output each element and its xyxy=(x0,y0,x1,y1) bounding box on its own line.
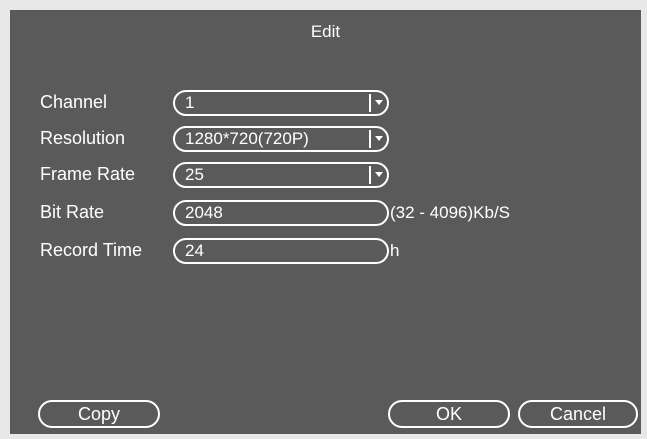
cancel-button[interactable]: Cancel xyxy=(518,400,638,428)
resolution-label: Resolution xyxy=(40,128,126,148)
ok-button[interactable]: OK xyxy=(388,400,510,428)
frame-rate-select[interactable]: 25 xyxy=(173,162,389,188)
edit-dialog: Edit Channel 1 Resolution 1280*720(720P)… xyxy=(10,10,641,434)
dialog-title: Edit xyxy=(310,22,341,41)
record-time-label: Record Time xyxy=(40,240,143,260)
resolution-value: 1280*720(720P) xyxy=(185,129,309,148)
dropdown-divider xyxy=(369,94,371,112)
record-time-unit: h xyxy=(390,241,400,260)
chevron-down-icon[interactable] xyxy=(375,136,383,141)
dropdown-divider xyxy=(369,130,371,148)
resolution-select[interactable]: 1280*720(720P) xyxy=(173,126,389,152)
channel-select[interactable]: 1 xyxy=(173,90,389,116)
chevron-down-icon[interactable] xyxy=(375,172,383,177)
frame-rate-value: 25 xyxy=(185,165,204,184)
bit-rate-input[interactable]: 2048 xyxy=(173,200,389,226)
record-time-value: 24 xyxy=(185,241,204,260)
copy-button[interactable]: Copy xyxy=(38,400,160,428)
frame-rate-label: Frame Rate xyxy=(40,164,136,184)
bit-rate-value: 2048 xyxy=(185,203,223,222)
record-time-input[interactable]: 24 xyxy=(173,238,389,264)
channel-label: Channel xyxy=(40,92,108,112)
dropdown-divider xyxy=(369,166,371,184)
bit-rate-range: (32 - 4096)Kb/S xyxy=(390,203,511,222)
channel-value: 1 xyxy=(185,93,195,112)
chevron-down-icon[interactable] xyxy=(375,100,383,105)
bit-rate-label: Bit Rate xyxy=(40,202,105,222)
